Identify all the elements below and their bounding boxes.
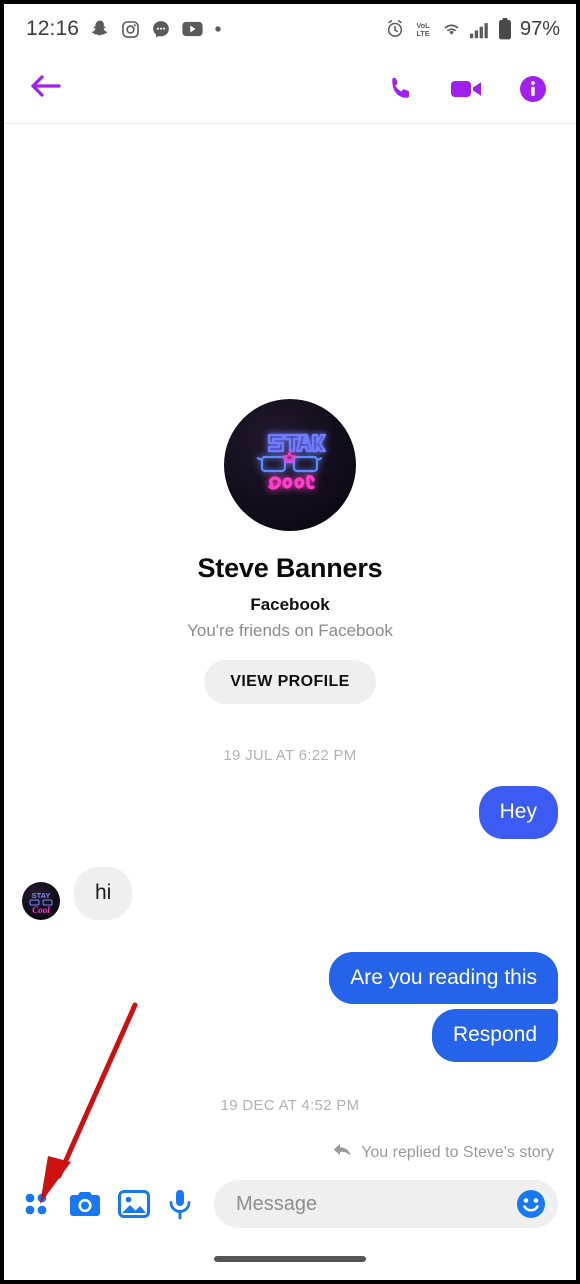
gesture-pill: [214, 1256, 366, 1262]
message-input[interactable]: [236, 1192, 514, 1216]
youtube-icon: [182, 21, 203, 37]
message-input-wrapper[interactable]: [214, 1180, 558, 1228]
gesture-bar: [4, 1238, 576, 1280]
messenger-icon: [151, 19, 171, 39]
alarm-icon: [385, 19, 405, 39]
smiley-icon[interactable]: [514, 1187, 548, 1221]
message-bubble-respond[interactable]: Respond: [431, 1009, 558, 1063]
microphone-icon[interactable]: [167, 1188, 193, 1220]
reply-arrow-icon: [332, 1142, 352, 1164]
message-bubble-hi[interactable]: hi: [74, 866, 133, 920]
four-dot-grid-icon[interactable]: [20, 1188, 52, 1220]
svg-text:LTE: LTE: [416, 29, 429, 38]
svg-text:Cool: Cool: [32, 905, 50, 915]
sender-avatar[interactable]: STAY Cool: [22, 881, 60, 920]
dot-icon: [214, 25, 222, 33]
back-arrow-icon[interactable]: [28, 71, 64, 106]
volte-icon: VoL LTE: [412, 19, 434, 39]
avatar[interactable]: [224, 399, 356, 531]
message-bubble-reading[interactable]: Are you reading this: [329, 951, 558, 1005]
message-row-outgoing: Hey: [4, 786, 576, 839]
messenger-chat-screen: 12:16 VoL LTE 97% Steve Banners Facebook…: [0, 0, 580, 1284]
message-composer: [4, 1170, 576, 1238]
message-row-incoming: STAY Cool hi: [4, 866, 576, 920]
message-thread[interactable]: Steve Banners Facebook You're friends on…: [4, 125, 576, 1170]
signal-icon: [469, 20, 491, 39]
contact-platform: Facebook: [250, 595, 330, 614]
battery-icon: [498, 18, 512, 40]
phone-icon[interactable]: [386, 74, 416, 104]
contact-relation: You're friends on Facebook: [187, 621, 393, 640]
battery-percent: 97%: [519, 17, 560, 40]
video-camera-icon[interactable]: [450, 76, 484, 102]
contact-name: Steve Banners: [197, 553, 383, 583]
wifi-icon: [441, 20, 462, 38]
story-reply-note: You replied to Steve's story: [4, 1142, 576, 1164]
status-bar: 12:16 VoL LTE 97%: [4, 4, 576, 54]
instagram-icon: [121, 20, 140, 39]
status-bar-left: 12:16: [26, 17, 222, 41]
camera-icon[interactable]: [69, 1189, 101, 1219]
date-separator-1: 19 JUL AT 6:22 PM: [223, 747, 357, 764]
svg-text:STAY: STAY: [32, 891, 51, 900]
view-profile-button[interactable]: VIEW PROFILE: [204, 660, 376, 704]
story-reply-text: You replied to Steve's story: [361, 1144, 554, 1162]
message-row-outgoing-group-top: Are you reading this: [4, 951, 576, 1005]
status-time: 12:16: [26, 17, 80, 40]
profile-header: Steve Banners Facebook You're friends on…: [4, 399, 576, 704]
image-icon[interactable]: [118, 1189, 150, 1219]
message-bubble-hey[interactable]: Hey: [478, 786, 558, 839]
snapchat-icon: [90, 19, 110, 39]
date-separator-2: 19 DEC AT 4:52 PM: [220, 1097, 360, 1115]
message-row-outgoing-group-bottom: Respond: [4, 1009, 576, 1063]
navbar-actions: [386, 74, 556, 104]
chat-navbar: [4, 54, 576, 124]
info-icon[interactable]: [518, 74, 548, 104]
status-bar-right: VoL LTE 97%: [385, 18, 560, 41]
